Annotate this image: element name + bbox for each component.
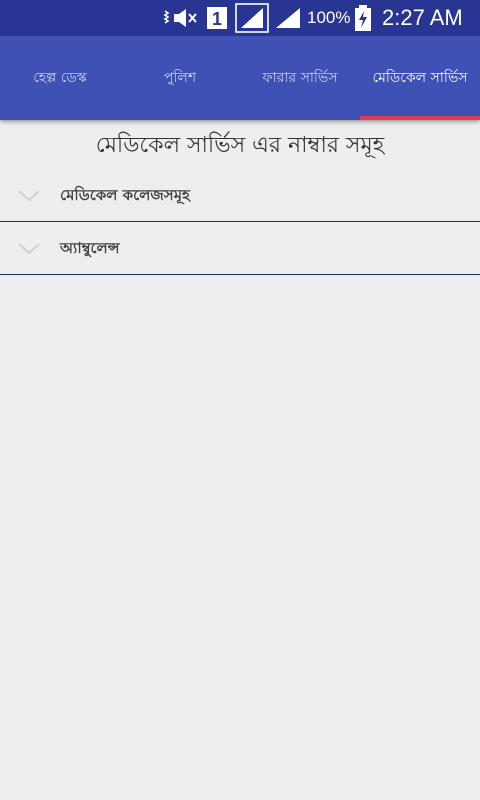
sim-slot-number: 1 [212, 9, 222, 29]
list-item-label: মেডিকেল কলেজসমূহ [60, 186, 190, 204]
list-item-label: অ্যাম্বুলেন্স [60, 239, 120, 257]
battery-charging-icon [355, 5, 371, 31]
vibrate-mute-icon [163, 9, 197, 27]
tab-fire-service[interactable]: ফারার সার্ভিস [240, 36, 360, 120]
tab-bar: হেল্প ডেস্ক পুলিশ ফারার সার্ভিস মেডিকেল … [0, 36, 480, 120]
list-item-ambulance[interactable]: অ্যাম্বুলেন্স [0, 222, 480, 275]
sim-slot-icon: 1 [207, 7, 227, 29]
tab-help-desk[interactable]: হেল্প ডেস্ক [0, 36, 120, 120]
tab-police[interactable]: পুলিশ [120, 36, 240, 120]
signal-icon [276, 8, 300, 28]
active-tab-indicator [360, 116, 480, 120]
signal-icon [235, 3, 269, 33]
chevron-down-icon [18, 243, 40, 255]
list-item-medical-colleges[interactable]: মেডিকেল কলেজসমূহ [0, 169, 480, 222]
tab-medical-service[interactable]: মেডিকেল সার্ভিস [360, 36, 480, 120]
chevron-down-icon [18, 190, 40, 202]
status-bar: 1 100% 2:27 AM [0, 0, 480, 36]
page-title: মেডিকেল সার্ভিস এর নাম্বার সমূহ [95, 133, 385, 158]
battery-percent: 100% [307, 8, 351, 27]
clock: 2:27 AM [382, 5, 463, 30]
expandable-list: মেডিকেল কলেজসমূহ অ্যাম্বুলেন্স [0, 169, 480, 275]
